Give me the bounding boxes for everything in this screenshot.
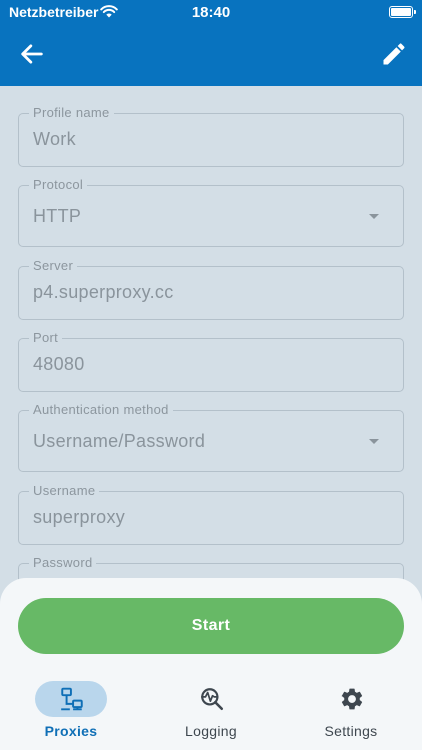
auth-method-label: Authentication method	[29, 402, 173, 417]
protocol-value: HTTP	[33, 206, 82, 226]
edit-button[interactable]	[380, 40, 408, 68]
port-label: Port	[29, 330, 63, 345]
protocol-label: Protocol	[29, 177, 88, 192]
start-button[interactable]: Start	[18, 598, 404, 654]
nav-settings-label: Settings	[324, 723, 378, 739]
port-field[interactable]: Port 48080	[18, 330, 404, 392]
auth-method-value: Username/Password	[33, 431, 206, 451]
profile-name-label: Profile name	[29, 105, 114, 120]
server-value: p4.superproxy.cc	[33, 282, 174, 302]
username-field[interactable]: Username superproxy	[18, 483, 404, 545]
password-label: Password	[29, 555, 97, 570]
dropdown-arrow-icon	[369, 214, 379, 219]
back-button[interactable]	[18, 40, 46, 68]
gear-icon	[341, 688, 363, 710]
profile-name-value: Work	[33, 129, 76, 149]
nav-settings[interactable]: Settings	[295, 678, 405, 744]
network-icon	[61, 687, 83, 711]
bottom-sheet: Start Proxies Logging Settings	[0, 578, 422, 750]
username-label: Username	[29, 483, 100, 498]
nav-logging[interactable]: Logging	[155, 678, 265, 744]
app-header: Netzbetreiber 18:40	[0, 0, 422, 86]
nav-proxies-label: Proxies	[44, 723, 98, 739]
protocol-select[interactable]: Protocol HTTP	[18, 177, 404, 247]
clock: 18:40	[191, 4, 231, 21]
profile-name-field[interactable]: Profile name Work	[18, 105, 404, 167]
dropdown-arrow-icon	[369, 439, 379, 444]
auth-method-select[interactable]: Authentication method Username/Password	[18, 402, 404, 472]
server-field[interactable]: Server p4.superproxy.cc	[18, 258, 404, 320]
username-value: superproxy	[33, 507, 126, 527]
port-value: 48080	[33, 354, 85, 374]
nav-proxies[interactable]: Proxies	[15, 678, 125, 744]
activity-search-icon	[201, 688, 224, 711]
battery-icon	[389, 6, 416, 18]
nav-logging-label: Logging	[185, 723, 237, 739]
server-label: Server	[29, 258, 78, 273]
status-bar: Netzbetreiber 18:40	[0, 0, 422, 24]
